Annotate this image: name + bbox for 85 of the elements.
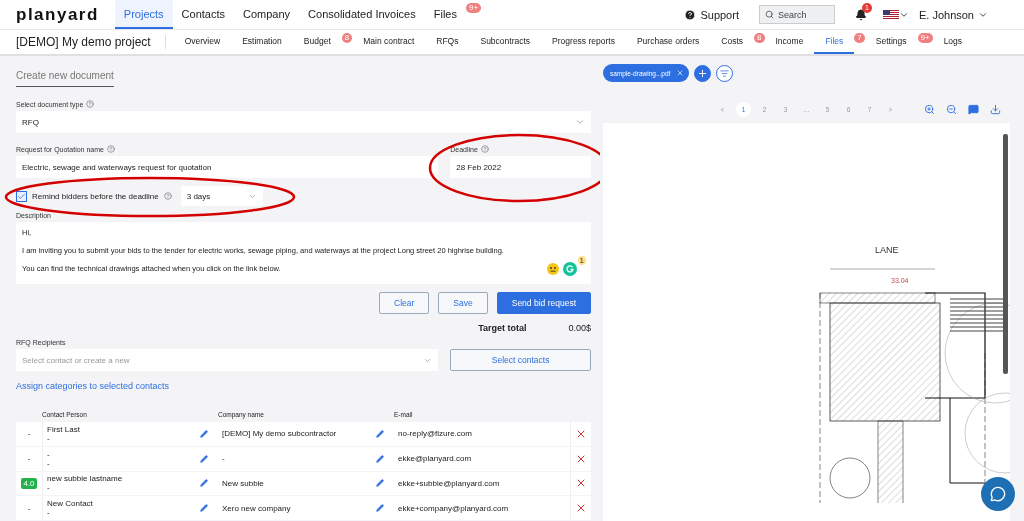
company-name: - [222, 454, 225, 464]
logo: planyard [16, 4, 99, 25]
reminder-select[interactable]: 3 days [180, 186, 263, 206]
notification-icon[interactable] [854, 8, 867, 21]
nav-tab[interactable]: Projects [114, 0, 173, 29]
project-tab[interactable]: Overview [173, 30, 232, 54]
count-badge: 9+ [465, 3, 482, 13]
edit-icon[interactable] [200, 454, 208, 463]
user-menu[interactable]: E. Johnson [918, 8, 988, 21]
email-text: ekke+company@planyard.com [398, 503, 509, 513]
section-heading: Create new document [16, 64, 114, 87]
add-icon[interactable] [694, 64, 712, 82]
edit-icon[interactable] [376, 479, 384, 488]
edit-icon[interactable] [200, 504, 208, 513]
select-contacts-button[interactable]: Select contacts [450, 349, 591, 371]
help-icon [480, 145, 489, 153]
edit-icon[interactable] [200, 429, 208, 438]
project-tab[interactable]: RFQs [425, 30, 470, 54]
contact-name: New Contact - [47, 499, 93, 518]
help-icon [106, 145, 115, 153]
project-tab[interactable]: Settings [864, 30, 918, 54]
help-icon [684, 8, 697, 21]
total-label: Target total [478, 323, 527, 333]
project-tab[interactable]: Purchase orders [625, 30, 711, 54]
deadline-field[interactable]: 28 Feb 2022 [450, 156, 591, 178]
project-tab[interactable]: Subcontracts [469, 30, 542, 54]
company-name: Xero new company [222, 503, 291, 513]
edit-icon[interactable] [376, 454, 384, 463]
download-icon[interactable] [990, 104, 1001, 115]
project-tab[interactable]: Logs [932, 30, 974, 54]
checkbox[interactable] [16, 190, 27, 202]
send-button[interactable]: Send bid request [496, 292, 591, 314]
search-icon [764, 10, 774, 19]
clear-button[interactable]: Clear [379, 292, 430, 314]
nav-tab[interactable]: Contacts [172, 0, 235, 29]
project-title: [DEMO] My demo project [16, 35, 166, 49]
search-field[interactable]: Search [758, 5, 835, 24]
email-text: ekke@planyard.com [398, 454, 472, 464]
company-name: [DEMO] My demo subcontractor [222, 429, 337, 439]
name-field[interactable]: Electric, sewage and waterways request for quotation [16, 156, 439, 178]
close-icon[interactable] [676, 69, 685, 77]
contact-name: First Last - [47, 424, 80, 443]
email-text: ekke+subbie@planyard.com [398, 478, 500, 488]
help-icon [86, 100, 95, 108]
contact-name: - - [47, 449, 50, 468]
rating-text: - [27, 503, 31, 513]
company-name: New subbie [222, 478, 264, 488]
caret-icon [575, 117, 585, 127]
project-tab[interactable]: Progress reports [541, 30, 626, 54]
help-icon [163, 192, 172, 200]
rating-text: - [27, 454, 31, 464]
checkbox-label: Remind bidders before the deadline [32, 191, 159, 201]
support-link[interactable]: Support [684, 8, 739, 21]
rating-text: - [27, 429, 31, 439]
zoom-out-icon[interactable] [946, 104, 957, 115]
scrollbar[interactable] [1003, 134, 1008, 374]
edit-icon[interactable] [376, 429, 384, 438]
count-badge: 8 [341, 33, 353, 43]
total-value: 0.00$ [568, 323, 591, 333]
project-tab[interactable]: Income [764, 30, 815, 54]
nav-tab[interactable]: Consolidated Invoices [299, 0, 425, 29]
count-badge: 8 [754, 33, 765, 43]
project-tab[interactable]: Estimation [231, 30, 293, 54]
project-tab[interactable]: Files [814, 30, 855, 54]
edit-icon[interactable] [200, 479, 208, 488]
filter-icon[interactable] [716, 64, 734, 82]
count-badge: 9+ [917, 33, 933, 43]
nav-tab[interactable]: Company [234, 0, 300, 29]
neutral-face-icon [547, 263, 559, 275]
project-tab[interactable]: Main contract [352, 30, 426, 54]
contact-name: new subbie lastname - [47, 474, 123, 493]
document-type-select[interactable]: RFQ [16, 111, 591, 133]
count-badge: 1 [577, 256, 586, 265]
flag-icon[interactable] [882, 9, 899, 20]
assign-categories-link[interactable]: Assign categories to selected contacts [16, 381, 170, 391]
edit-icon[interactable] [376, 504, 384, 513]
rating-badge: 4.0 [21, 477, 37, 489]
email-text: no-reply@fizure.com [398, 429, 472, 439]
zoom-in-icon[interactable] [924, 104, 935, 115]
nav-tab[interactable]: Files [424, 0, 466, 29]
comment-icon[interactable] [968, 104, 979, 115]
save-button[interactable]: Save [438, 292, 488, 314]
count-badge: 7 [854, 33, 865, 43]
project-tab[interactable]: Budget [292, 30, 342, 54]
project-tab[interactable]: Costs [710, 30, 755, 54]
